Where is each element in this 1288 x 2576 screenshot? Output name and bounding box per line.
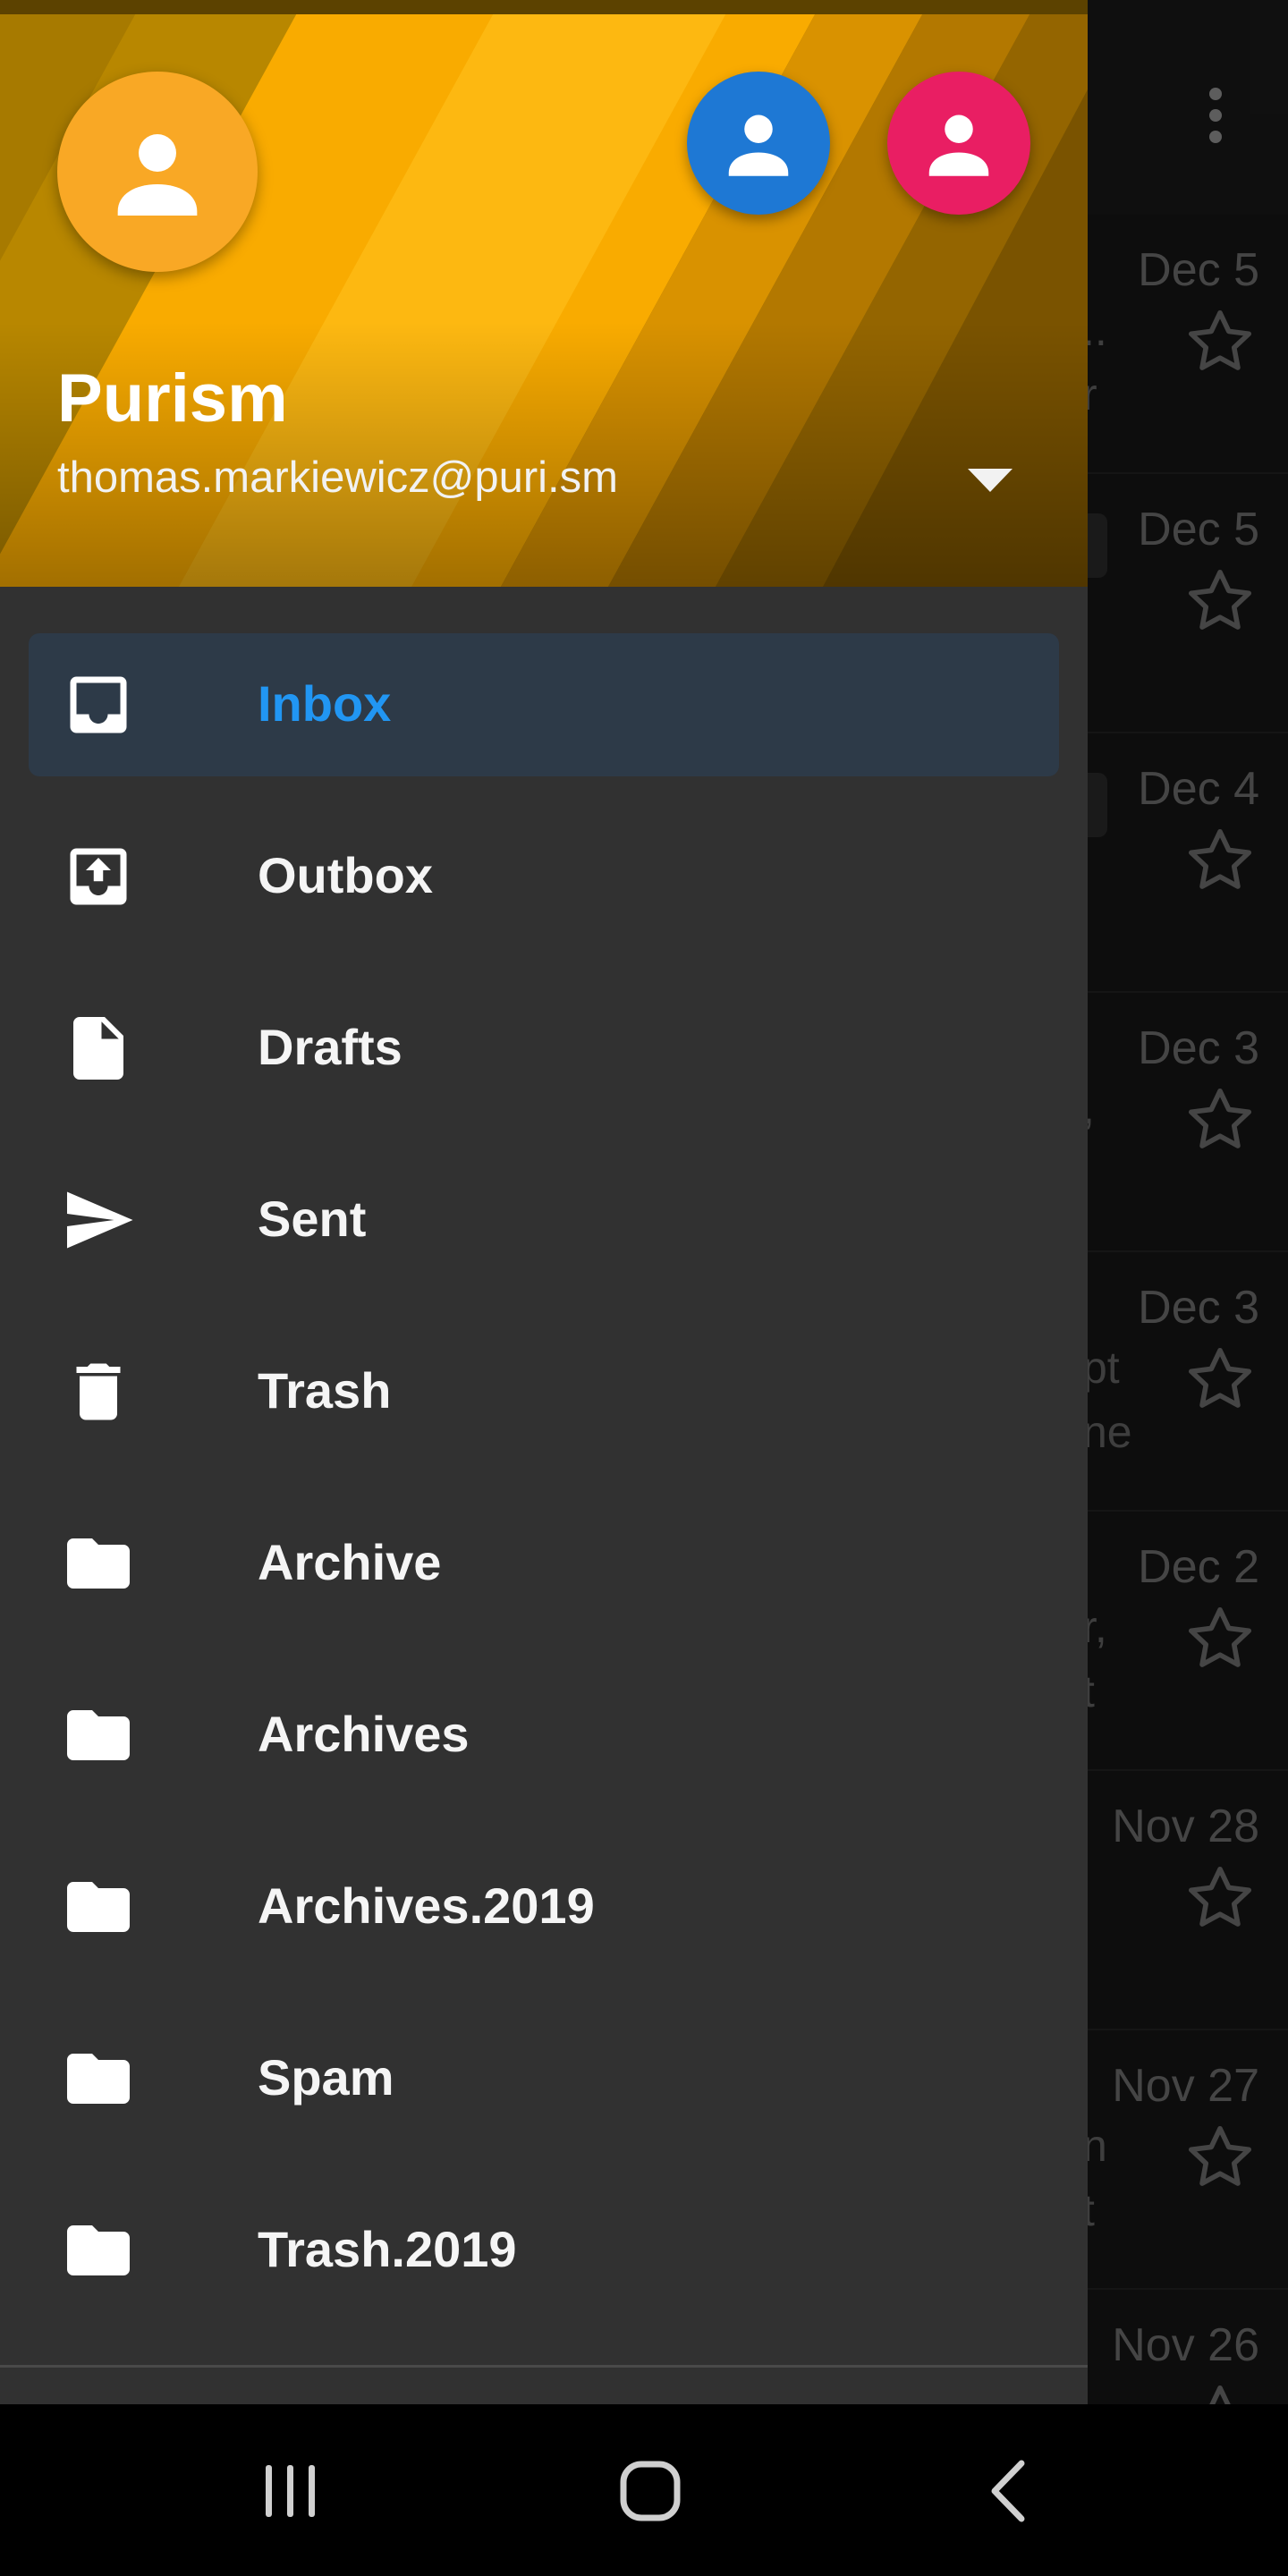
other-account-avatar-2[interactable]	[887, 72, 1030, 215]
folder-label: Archives.2019	[258, 1877, 595, 1934]
recents-icon[interactable]	[250, 2451, 331, 2531]
account-header: Purism thomas.markiewicz@puri.sm	[0, 0, 1088, 587]
folder-item-sent[interactable]: Sent	[29, 1148, 1059, 1292]
folder-item-inbox[interactable]: Inbox	[29, 633, 1059, 776]
folder-label: Archives	[258, 1706, 470, 1762]
account-dropdown-icon[interactable]	[966, 465, 1014, 496]
folder-item-spam[interactable]: Spam	[29, 2007, 1059, 2150]
folder-icon	[61, 1869, 136, 1945]
home-icon[interactable]	[610, 2451, 691, 2531]
folder-label: Inbox	[258, 675, 392, 732]
account-name: Purism	[57, 360, 288, 436]
folder-icon	[61, 2213, 136, 2288]
back-icon[interactable]	[971, 2451, 1052, 2531]
person-icon	[728, 114, 789, 176]
folder-label: Drafts	[258, 1019, 402, 1075]
other-account-avatar-1[interactable]	[687, 72, 830, 215]
folder-item-archives[interactable]: Archives	[29, 1664, 1059, 1807]
navigation-drawer: Purism thomas.markiewicz@puri.sm Inbox Ou…	[0, 0, 1088, 2404]
trash-icon	[61, 1354, 136, 1429]
folder-label: Archive	[258, 1534, 442, 1590]
folder-label: Spam	[258, 2049, 394, 2106]
person-icon	[928, 114, 989, 176]
person-icon	[117, 134, 198, 216]
folder-label: Sent	[258, 1191, 367, 1247]
folder-item-outbox[interactable]: Outbox	[29, 805, 1059, 948]
folder-item-archives-2019[interactable]: Archives.2019	[29, 1835, 1059, 1979]
account-email: thomas.markiewicz@puri.sm	[57, 453, 618, 502]
folder-icon	[61, 2041, 136, 2116]
folder-icon	[61, 1526, 136, 1601]
folder-icon	[61, 1698, 136, 1773]
current-account-avatar[interactable]	[57, 72, 258, 272]
outbox-icon	[61, 839, 136, 914]
drafts-icon	[61, 1011, 136, 1086]
divider	[0, 2365, 1088, 2368]
folder-item-trash-2019[interactable]: Trash.2019	[29, 2179, 1059, 2322]
inbox-icon	[61, 667, 136, 742]
folder-label: Outbox	[258, 847, 433, 903]
folder-label: Trash.2019	[258, 2221, 517, 2277]
folder-item-drafts[interactable]: Drafts	[29, 977, 1059, 1120]
folder-item-archive[interactable]: Archive	[29, 1492, 1059, 1635]
folder-label: Trash	[258, 1362, 392, 1419]
system-navigation-bar	[0, 2404, 1288, 2576]
folder-item-trash[interactable]: Trash	[29, 1320, 1059, 1463]
sent-icon	[61, 1182, 136, 1258]
